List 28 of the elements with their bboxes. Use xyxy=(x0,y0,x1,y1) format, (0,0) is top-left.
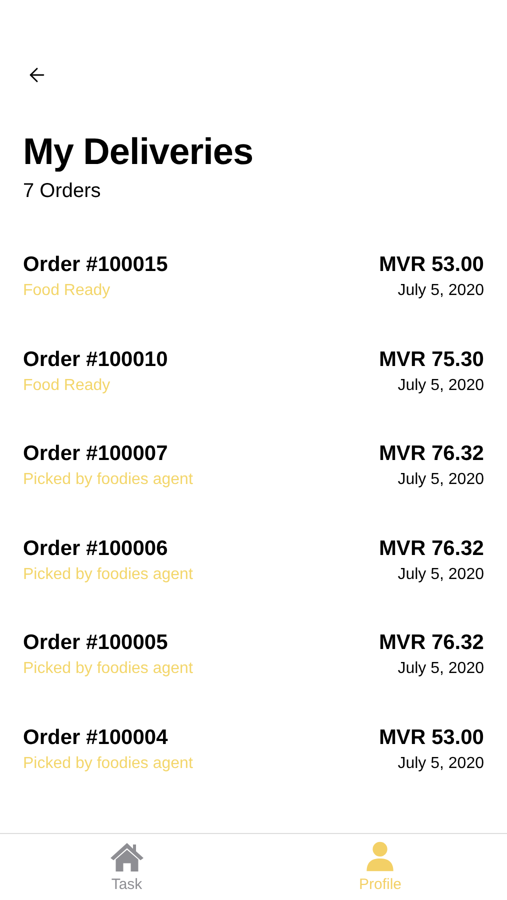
page-title: My Deliveries xyxy=(23,130,254,174)
order-number[interactable]: Order #100005 xyxy=(23,629,193,657)
order-number[interactable]: Order #100004 xyxy=(23,724,193,752)
order-status: Food Ready xyxy=(23,376,112,396)
order-amount: MVR 76.32 xyxy=(378,630,484,656)
order-status: Picked by foodies agent xyxy=(23,564,193,584)
order-status: Picked by foodies agent xyxy=(23,754,193,774)
order-date: July 5, 2020 xyxy=(398,659,484,679)
order-number[interactable]: Order #100015 xyxy=(23,251,168,279)
order-amount: MVR 76.32 xyxy=(378,441,484,467)
order-amount: MVR 53.00 xyxy=(378,252,484,278)
order-date: July 5, 2020 xyxy=(398,754,484,774)
order-number[interactable]: Order #100010 xyxy=(23,346,168,374)
order-date: July 5, 2020 xyxy=(398,281,484,301)
order-amount: MVR 53.00 xyxy=(378,724,484,750)
order-status: Picked by foodies agent xyxy=(23,659,193,679)
order-date: July 5, 2020 xyxy=(398,470,484,490)
order-status: Food Ready xyxy=(23,281,112,301)
order-date: July 5, 2020 xyxy=(398,564,484,584)
order-status: Picked by foodies agent xyxy=(23,470,193,490)
order-amount: MVR 76.32 xyxy=(378,536,484,562)
order-amount: MVR 75.30 xyxy=(378,346,484,372)
order-date: July 5, 2020 xyxy=(398,376,484,396)
order-number[interactable]: Order #100006 xyxy=(23,534,193,562)
order-number[interactable]: Order #100007 xyxy=(23,440,193,468)
person-icon xyxy=(364,840,396,873)
home-icon xyxy=(108,840,145,873)
order-count: 7 Orders xyxy=(23,179,102,204)
